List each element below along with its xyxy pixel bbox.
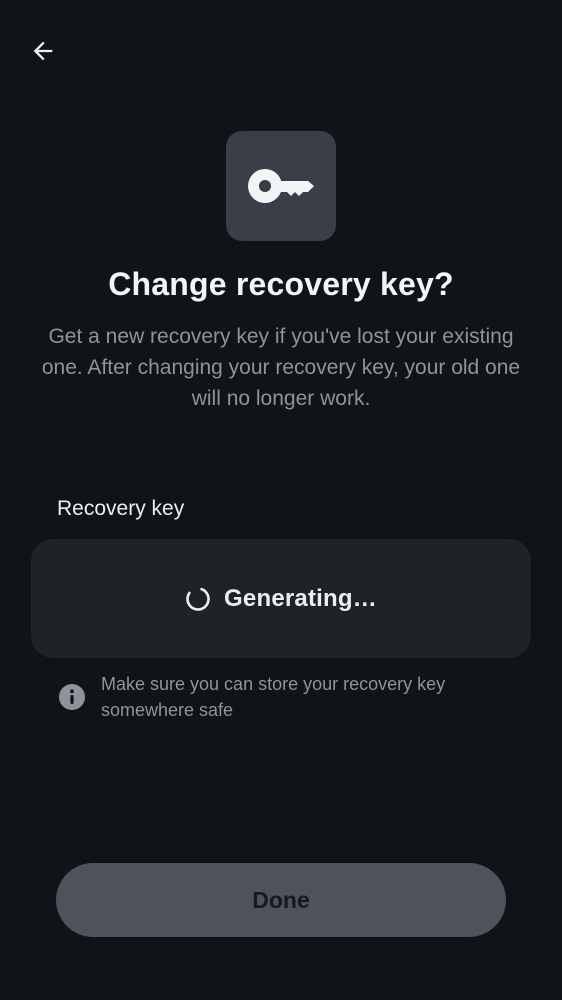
storage-hint: Make sure you can store your recovery ke…	[57, 671, 517, 723]
generating-status: Generating…	[224, 584, 377, 612]
spinner-icon	[185, 586, 211, 612]
done-button[interactable]: Done	[56, 863, 506, 937]
storage-hint-text: Make sure you can store your recovery ke…	[101, 674, 446, 720]
back-button[interactable]	[24, 32, 62, 70]
page-title: Change recovery key?	[108, 266, 454, 302]
key-icon-tile	[226, 131, 336, 241]
info-icon	[59, 684, 85, 710]
page-description: Get a new recovery key if you've lost yo…	[41, 325, 521, 410]
recovery-key-label: Recovery key	[57, 497, 185, 520]
arrow-left-icon	[33, 41, 53, 61]
recovery-key-field: Generating…	[31, 539, 531, 658]
key-icon	[248, 169, 314, 203]
